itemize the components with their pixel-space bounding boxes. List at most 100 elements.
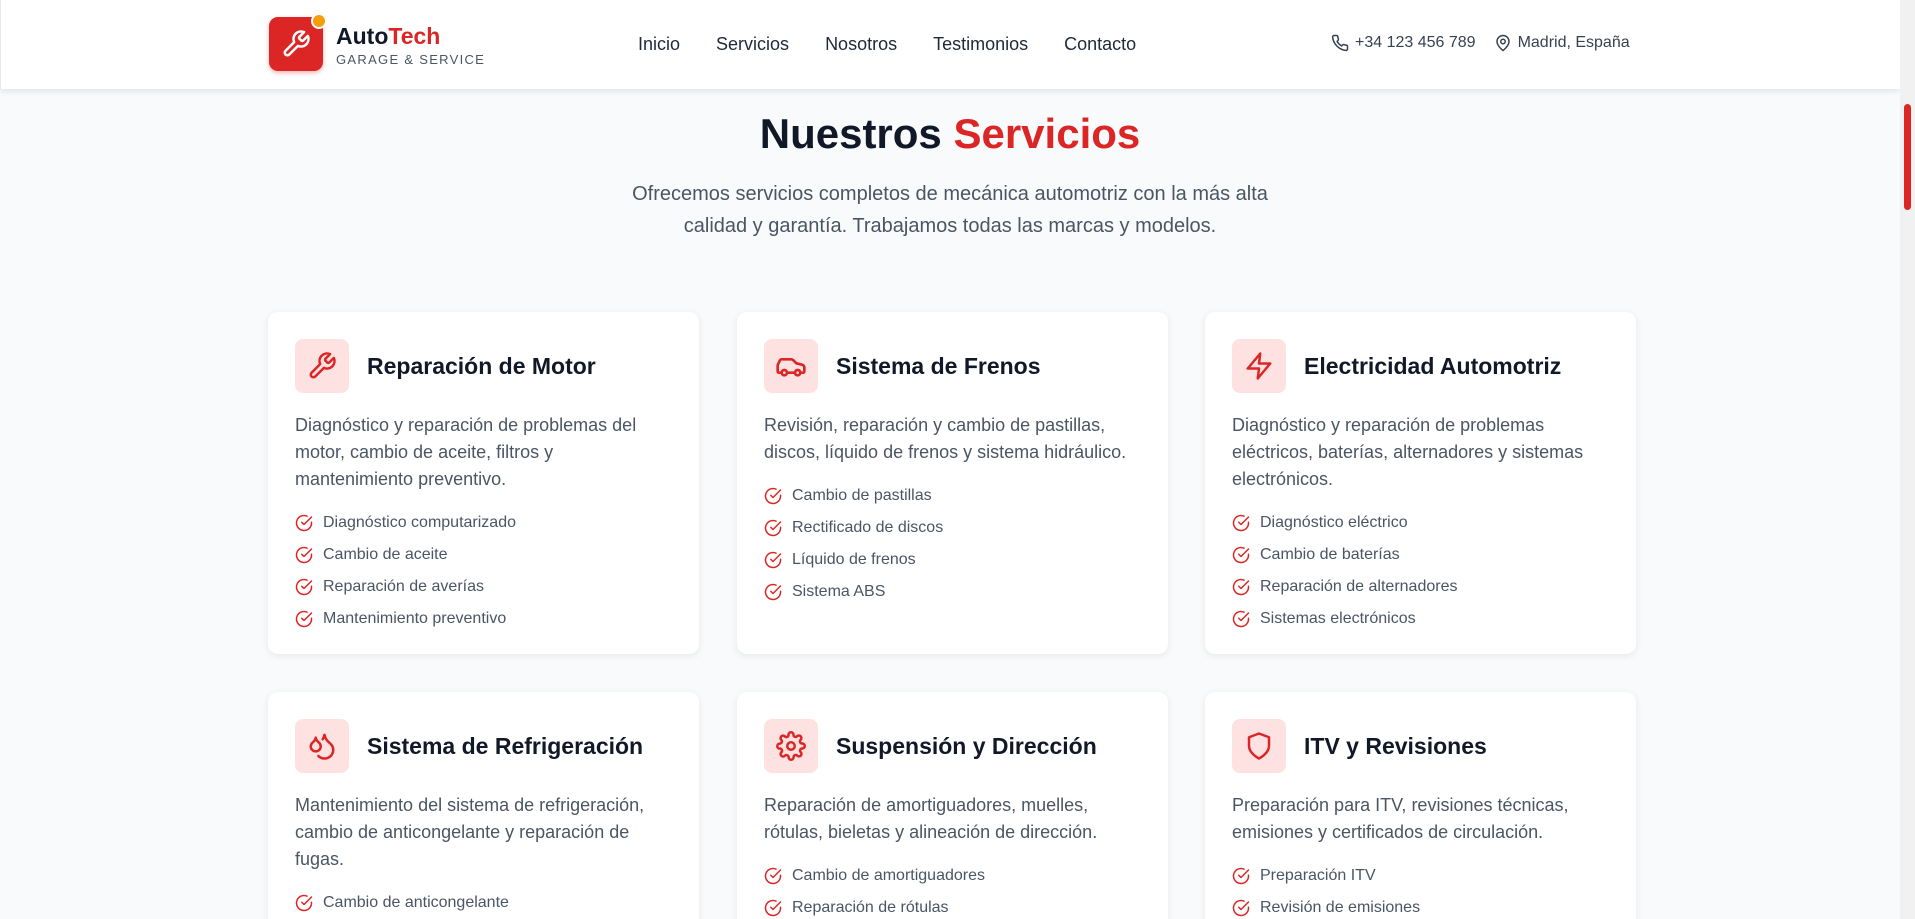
feature-list: Preparación ITV Revisión de emisiones bbox=[1232, 860, 1609, 919]
nav-link-inicio[interactable]: Inicio bbox=[638, 34, 680, 55]
brand-subtitle: GARAGE & SERVICE bbox=[336, 52, 486, 67]
wrench-icon bbox=[309, 352, 336, 379]
feature-item: Cambio de aceite bbox=[295, 539, 672, 571]
check-circle-icon bbox=[295, 546, 313, 564]
card-header: Sistema de Frenos bbox=[764, 339, 1141, 393]
card-title: Reparación de Motor bbox=[367, 352, 596, 379]
feature-label: Reparación de alternadores bbox=[1260, 578, 1458, 595]
feature-label: Rectificado de discos bbox=[792, 519, 944, 536]
check-circle-icon bbox=[1232, 578, 1250, 596]
feature-label: Cambio de pastillas bbox=[792, 487, 932, 504]
page: AutoTech GARAGE & SERVICE Inicio Servici… bbox=[0, 0, 1900, 919]
feature-item: Diagnóstico eléctrico bbox=[1232, 507, 1609, 539]
section-title-part1: Nuestros bbox=[759, 110, 942, 157]
feature-item: Líquido de frenos bbox=[764, 544, 1141, 576]
car-icon bbox=[776, 358, 806, 377]
brand[interactable]: AutoTech GARAGE & SERVICE bbox=[336, 22, 485, 67]
feature-list: Cambio de amortiguadores Reparación de r… bbox=[764, 860, 1141, 919]
feature-label: Reparación de rótulas bbox=[792, 899, 949, 916]
check-circle-icon bbox=[1232, 899, 1250, 917]
nav-link-contacto[interactable]: Contacto bbox=[1064, 34, 1136, 55]
card-description: Revisión, reparación y cambio de pastill… bbox=[764, 415, 1127, 462]
main-nav: Inicio Servicios Nosotros Testimonios Co… bbox=[638, 34, 1172, 55]
card-header: Reparación de Motor bbox=[295, 339, 672, 393]
feature-list: Diagnóstico eléctrico Cambio de baterías… bbox=[1232, 507, 1609, 635]
feature-item: Cambio de baterías bbox=[1232, 539, 1609, 571]
nav-link-testimonios[interactable]: Testimonios bbox=[933, 34, 1028, 55]
card-header: Suspensión y Dirección bbox=[764, 719, 1141, 773]
feature-item: Rectificado de discos bbox=[764, 512, 1141, 544]
check-circle-icon bbox=[295, 894, 313, 912]
feature-item: Reparación de averías bbox=[295, 571, 672, 603]
feature-label: Diagnóstico eléctrico bbox=[1260, 514, 1408, 531]
header-contact: +34 123 456 789 Madrid, España bbox=[1331, 34, 1648, 52]
check-circle-icon bbox=[295, 578, 313, 596]
feature-list: Cambio de anticongelante bbox=[295, 887, 672, 919]
phone-number: +34 123 456 789 bbox=[1355, 34, 1476, 51]
wrench-icon bbox=[283, 30, 310, 57]
card-icon-box bbox=[764, 339, 818, 393]
shield-icon bbox=[1247, 732, 1271, 760]
feature-label: Cambio de amortiguadores bbox=[792, 867, 985, 884]
check-circle-icon bbox=[295, 514, 313, 532]
card-title: Electricidad Automotriz bbox=[1304, 352, 1562, 379]
service-card-itv: ITV y Revisiones Preparación para ITV, r… bbox=[1205, 692, 1636, 919]
feature-label: Revisión de emisiones bbox=[1260, 899, 1421, 916]
feature-list: Cambio de pastillas Rectificado de disco… bbox=[764, 480, 1141, 608]
feature-item: Mantenimiento preventivo bbox=[295, 603, 672, 635]
nav-link-servicios[interactable]: Servicios bbox=[716, 34, 789, 55]
check-circle-icon bbox=[764, 899, 782, 917]
feature-item: Cambio de pastillas bbox=[764, 480, 1141, 512]
check-circle-icon bbox=[764, 519, 782, 537]
service-card-refrigeracion: Sistema de Refrigeración Mantenimiento d… bbox=[268, 692, 699, 919]
feature-label: Sistema ABS bbox=[792, 583, 886, 600]
check-circle-icon bbox=[1232, 610, 1250, 628]
feature-label: Reparación de averías bbox=[323, 578, 484, 595]
card-description: Mantenimiento del sistema de refrigeraci… bbox=[295, 795, 645, 869]
card-icon-box bbox=[295, 719, 349, 773]
logo[interactable] bbox=[269, 13, 327, 71]
card-title: ITV y Revisiones bbox=[1304, 732, 1487, 759]
service-card-motor: Reparación de Motor Diagnóstico y repara… bbox=[268, 312, 699, 654]
droplets-icon bbox=[309, 733, 335, 760]
feature-label: Cambio de baterías bbox=[1260, 546, 1400, 563]
site-header: AutoTech GARAGE & SERVICE Inicio Servici… bbox=[0, 0, 1900, 89]
scrollbar-thumb[interactable] bbox=[1904, 104, 1911, 210]
brand-name: AutoTech bbox=[336, 22, 485, 50]
feature-label: Preparación ITV bbox=[1260, 867, 1376, 884]
section-intro: Ofrecemos servicios completos de mecánic… bbox=[632, 183, 1268, 237]
card-title: Sistema de Refrigeración bbox=[367, 732, 644, 759]
location-text: Madrid, España bbox=[1517, 34, 1630, 51]
feature-label: Mantenimiento preventivo bbox=[323, 610, 507, 627]
card-icon-box bbox=[1232, 719, 1286, 773]
feature-item: Sistema ABS bbox=[764, 576, 1141, 608]
feature-list: Diagnóstico computarizado Cambio de acei… bbox=[295, 507, 672, 635]
check-circle-icon bbox=[764, 583, 782, 601]
map-pin-icon bbox=[1495, 34, 1510, 52]
page-scrollbar[interactable] bbox=[1900, 0, 1915, 919]
card-header: Sistema de Refrigeración bbox=[295, 719, 672, 773]
check-circle-icon bbox=[295, 610, 313, 628]
check-circle-icon bbox=[1232, 546, 1250, 564]
service-card-frenos: Sistema de Frenos Revisión, reparación y… bbox=[737, 312, 1168, 654]
feature-label: Cambio de aceite bbox=[323, 546, 448, 563]
card-description: Reparación de amortiguadores, muelles, r… bbox=[764, 795, 1098, 842]
brand-name-part2: Tech bbox=[388, 23, 441, 49]
feature-item: Sistemas electrónicos bbox=[1232, 603, 1609, 635]
feature-label: Diagnóstico computarizado bbox=[323, 514, 516, 531]
card-icon-box bbox=[1232, 339, 1286, 393]
card-header: ITV y Revisiones bbox=[1232, 719, 1609, 773]
gear-icon bbox=[776, 731, 806, 761]
nav-link-nosotros[interactable]: Nosotros bbox=[825, 34, 897, 55]
card-title: Suspensión y Dirección bbox=[836, 732, 1097, 759]
card-description: Diagnóstico y reparación de problemas el… bbox=[1232, 415, 1584, 489]
check-circle-icon bbox=[764, 551, 782, 569]
feature-label: Cambio de anticongelante bbox=[323, 894, 509, 911]
phone-icon bbox=[1331, 34, 1349, 52]
card-icon-box bbox=[764, 719, 818, 773]
phone-link[interactable]: +34 123 456 789 bbox=[1331, 34, 1476, 52]
feature-label: Líquido de frenos bbox=[792, 551, 916, 568]
location-info: Madrid, España bbox=[1494, 34, 1630, 52]
feature-item: Diagnóstico computarizado bbox=[295, 507, 672, 539]
check-circle-icon bbox=[764, 867, 782, 885]
